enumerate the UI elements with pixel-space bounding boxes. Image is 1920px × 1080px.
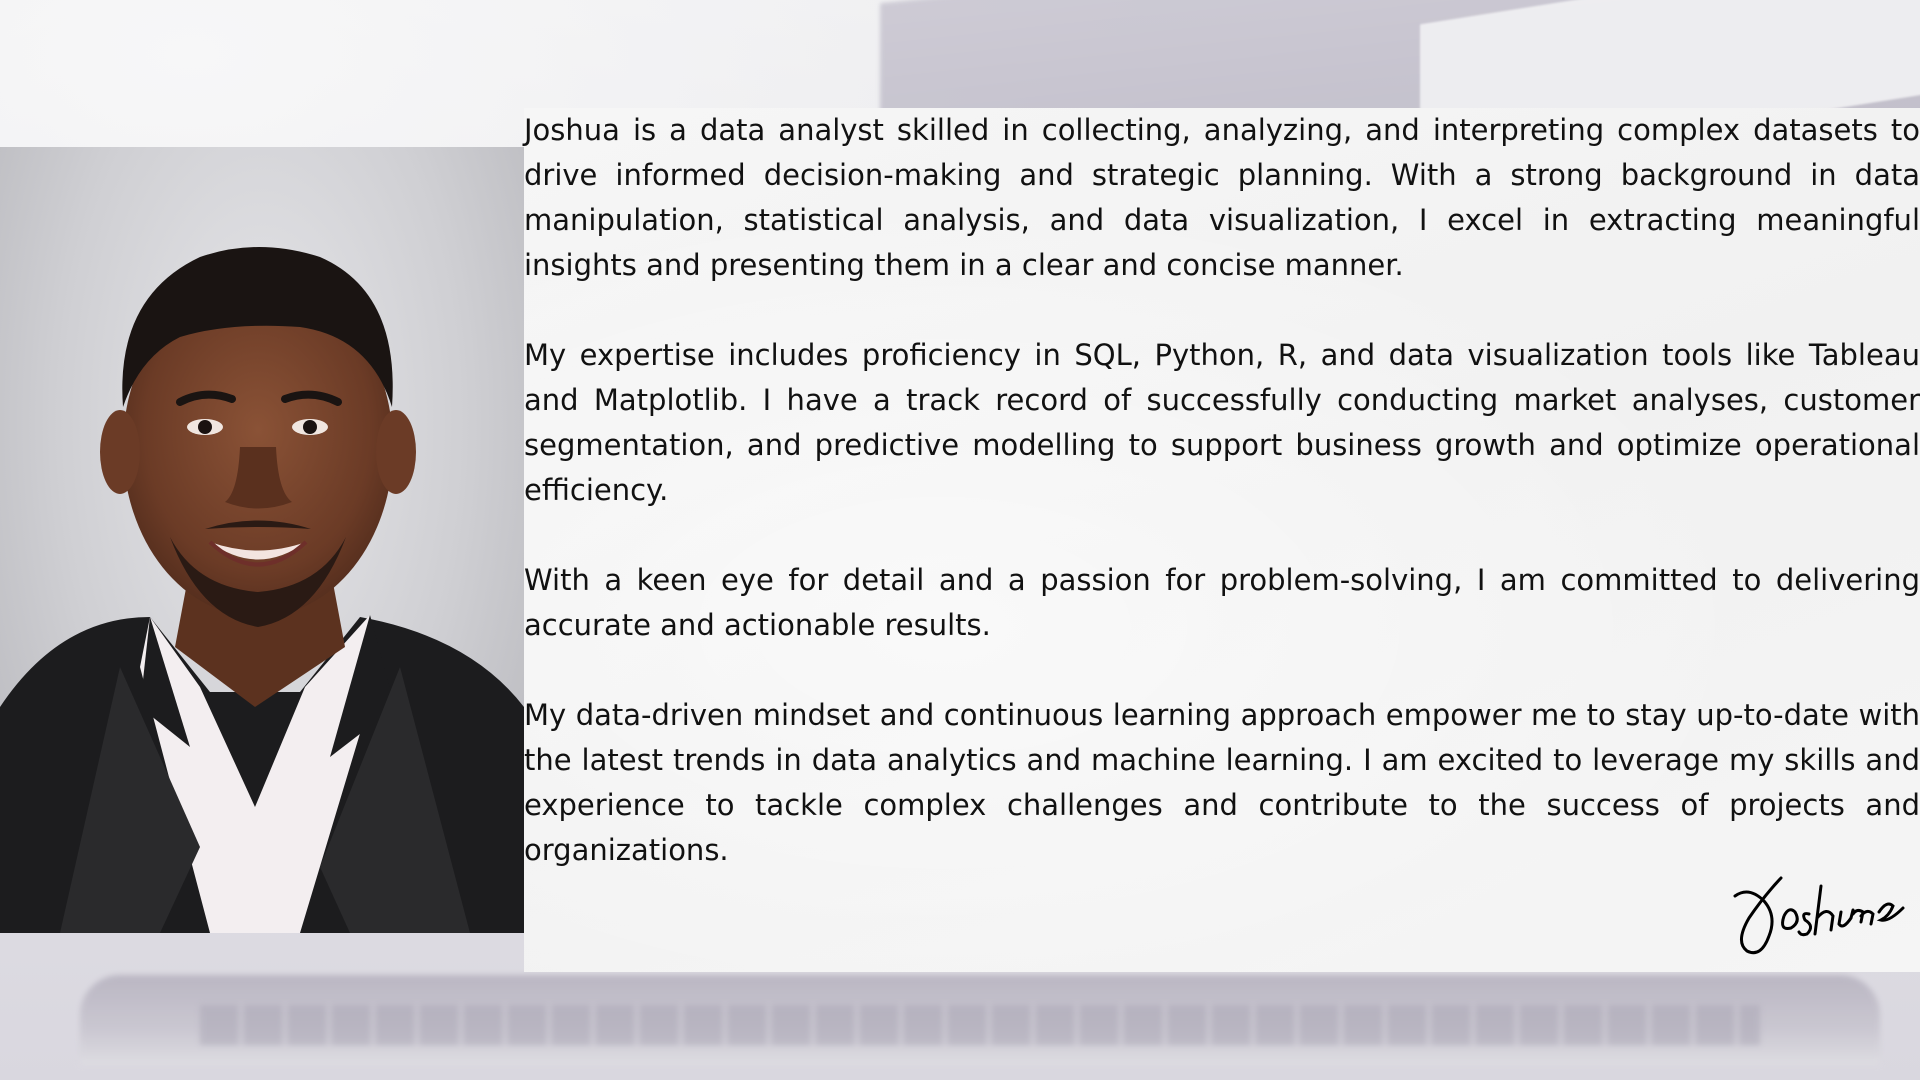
portrait-photo bbox=[0, 147, 524, 933]
bio-paragraph: My data-driven mindset and continuous le… bbox=[524, 698, 1920, 867]
bio-paragraph: With a keen eye for detail and a passion… bbox=[524, 563, 1920, 642]
background-laptop-keyboard bbox=[200, 1005, 1760, 1045]
person-photo-icon bbox=[0, 247, 524, 933]
bio-panel: Joshua is a data analyst skilled in coll… bbox=[524, 108, 1920, 972]
bio-paragraph: Joshua is a data analyst skilled in coll… bbox=[524, 113, 1920, 282]
bio-text: Joshua is a data analyst skilled in coll… bbox=[524, 108, 1920, 918]
handwritten-signature-icon bbox=[1733, 876, 1905, 955]
bio-paragraph: My expertise includes proficiency in SQL… bbox=[524, 338, 1920, 507]
